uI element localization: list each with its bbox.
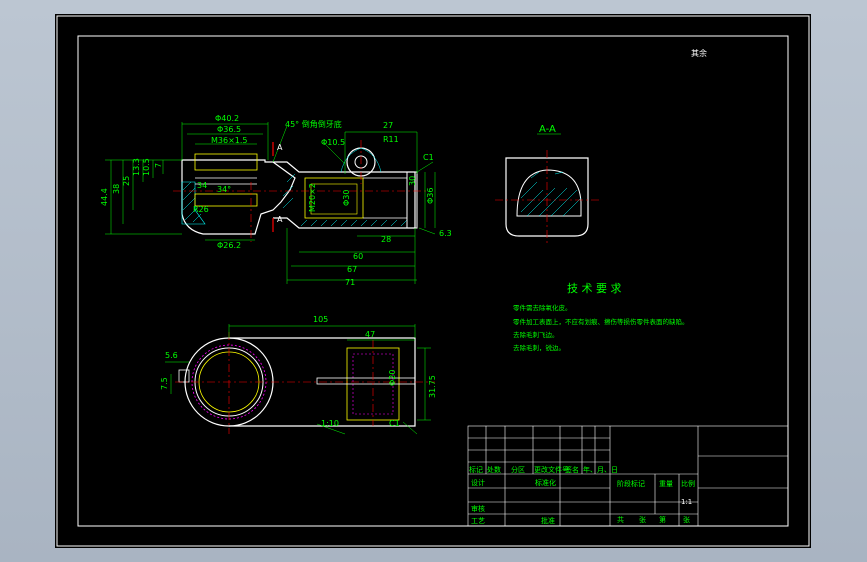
dim-34-deg: 34° xyxy=(217,185,231,194)
tb-standardize: 标准化 xyxy=(535,478,556,487)
dim-d262: Φ26.2 xyxy=(217,241,241,250)
tb-mark: 标记 xyxy=(469,465,483,474)
dim-7: 7 xyxy=(154,163,163,168)
dim-r26: R26 xyxy=(193,205,209,214)
tb-scale-label: 比例 xyxy=(681,479,695,488)
dim-m20: M20×2 xyxy=(308,183,317,212)
section-label-a-bottom: A xyxy=(277,215,283,224)
dim-27: 27 xyxy=(383,121,393,130)
inner-frame xyxy=(77,35,789,527)
tb-approve: 批准 xyxy=(541,516,555,525)
dim-3175: 31.75 xyxy=(428,375,437,398)
tb-count: 处数 xyxy=(487,465,501,474)
section-label-a-top: A xyxy=(277,143,283,152)
tb-process: 工艺 xyxy=(471,517,485,525)
dim-60: 60 xyxy=(353,252,363,261)
dim-taper: 1:10 xyxy=(321,419,339,428)
tb-sign: 签名 xyxy=(565,465,579,474)
tech-req-title: 技 术 要 求 xyxy=(567,282,622,295)
outer-frame xyxy=(56,15,810,547)
dim-m36: M36×1.5 xyxy=(211,136,248,145)
dim-133: 13.3 xyxy=(132,158,141,176)
tech-req-item: 零件加工表面上，不应有划痕、擦伤等损伤零件表面的缺陷。 xyxy=(513,317,689,326)
front-section-view xyxy=(173,140,427,242)
dim-c1-top: C1 xyxy=(389,419,400,428)
section-aa-title: A-A xyxy=(539,124,556,135)
dim-25: 25 xyxy=(122,176,131,186)
dim-105-top: 105 xyxy=(313,315,328,324)
front-dimension-lines xyxy=(105,122,436,284)
roughness-note: 其余 xyxy=(691,48,707,58)
dim-chamfer-note: 45° 倒角倒牙底 xyxy=(285,119,342,129)
dim-56: 5.6 xyxy=(165,351,178,360)
dim-c1-front: C1 xyxy=(423,153,434,162)
dim-67: 67 xyxy=(347,265,357,274)
dim-105: 10.5 xyxy=(142,158,151,176)
dim-28: 28 xyxy=(381,235,391,244)
dim-444: 44.4 xyxy=(100,188,109,206)
dim-d365: Φ36.5 xyxy=(217,125,241,134)
drawing-canvas[interactable]: 其余 Φ40.2 Φ36.5 M36×1.5 45° 倒角倒牙底 27 R11 … xyxy=(55,14,811,548)
tb-zone: 分区 xyxy=(511,465,525,474)
dim-71: 71 xyxy=(345,278,355,287)
section-aa-view xyxy=(495,150,600,244)
tb-num: 第 xyxy=(659,515,666,524)
cad-viewport[interactable]: 其余 Φ40.2 Φ36.5 M36×1.5 45° 倒角倒牙底 27 R11 … xyxy=(55,14,811,548)
tb-total: 共 xyxy=(617,515,624,524)
dim-d30: Φ30 xyxy=(342,190,351,206)
tech-requirements: 技 术 要 求 零件需去除氧化皮。 零件加工表面上，不应有划痕、擦伤等损伤零件表… xyxy=(513,282,689,352)
dim-d20: Φ20 xyxy=(388,370,397,386)
tech-req-item: 零件需去除氧化皮。 xyxy=(513,303,572,312)
tb-weight: 重量 xyxy=(659,480,673,488)
dim-38: 38 xyxy=(112,184,121,194)
tb-sheet: 张 xyxy=(639,515,646,524)
tech-req-item: 去除毛刺，锐边。 xyxy=(513,343,565,352)
tech-req-item: 去除毛刺飞边。 xyxy=(513,330,559,339)
dim-63-roughness: 6.3 xyxy=(439,229,452,238)
dim-d105: Φ10.5 xyxy=(321,138,345,147)
tb-design: 设计 xyxy=(471,478,485,487)
dim-47: 47 xyxy=(365,330,375,339)
dim-34: 34 xyxy=(197,181,207,190)
tb-stage: 阶段标记 xyxy=(617,479,645,488)
dim-d402: Φ40.2 xyxy=(215,114,239,123)
tb-review: 审核 xyxy=(471,504,485,513)
dim-d36: Φ36 xyxy=(426,188,435,204)
dim-r11: R11 xyxy=(383,135,399,144)
tb-sheet2: 张 xyxy=(683,515,690,524)
dim-75: 7.5 xyxy=(160,377,169,390)
title-block xyxy=(467,425,789,527)
dim-30: 30 xyxy=(408,176,417,186)
tb-change-doc: 更改文件号 xyxy=(534,465,569,474)
tb-date: 年、月、日 xyxy=(583,465,618,474)
tb-scale: 1:1 xyxy=(681,498,692,506)
